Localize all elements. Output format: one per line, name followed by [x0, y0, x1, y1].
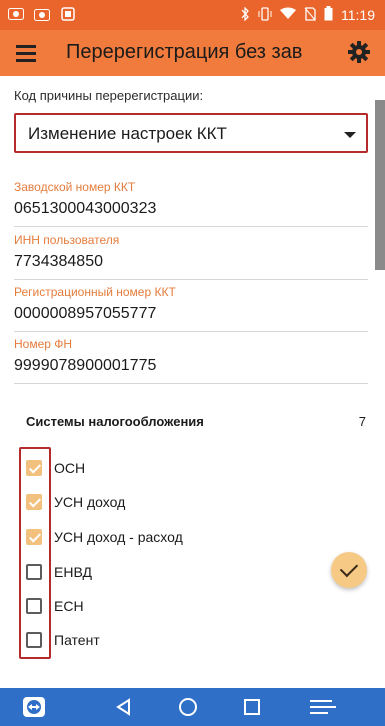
field-inn[interactable]: ИНН пользователя 7734384850	[14, 233, 368, 280]
field-underline	[14, 331, 368, 332]
chevron-down-icon	[344, 132, 356, 138]
check-icon	[339, 558, 359, 578]
tax-item-label: Патент	[54, 632, 100, 648]
battery-icon	[324, 6, 333, 24]
tax-item-label: ЕСН	[54, 598, 84, 614]
reason-select[interactable]: Изменение настроек ККТ	[14, 113, 368, 153]
field-registration-number[interactable]: Регистрационный номер ККТ 00000089570557…	[14, 285, 368, 332]
checkbox-unchecked[interactable]	[26, 598, 42, 614]
field-label: Номер ФН	[14, 337, 73, 351]
tax-item-label: УСН доход - расход	[54, 529, 183, 545]
confirm-fab-button[interactable]	[331, 552, 367, 588]
tax-item-label: ОСН	[54, 460, 86, 476]
page-title: Перерегистрация без зав	[66, 41, 303, 63]
status-time: 11:19	[341, 7, 375, 23]
reason-select-value: Изменение настроек ККТ	[28, 124, 227, 143]
checkbox-checked[interactable]	[26, 494, 42, 510]
vibrate-icon	[258, 6, 272, 24]
recents-icon[interactable]	[240, 695, 264, 719]
gear-icon[interactable]	[347, 40, 371, 64]
checkbox-unchecked[interactable]	[26, 632, 42, 648]
field-label: Заводской номер ККТ	[14, 180, 136, 194]
tax-item-usn-income[interactable]: УСН доход	[26, 492, 326, 516]
checkbox-unchecked[interactable]	[26, 564, 42, 580]
reason-label: Код причины перерегистрации:	[14, 88, 204, 103]
tax-systems-count: 7	[358, 414, 366, 429]
tax-item-esn[interactable]: ЕСН	[26, 596, 326, 620]
field-underline	[14, 383, 368, 384]
field-serial-number[interactable]: Заводской номер ККТ 0651300043000323	[14, 180, 368, 227]
field-value: 7734384850	[14, 253, 103, 270]
back-icon[interactable]	[112, 695, 136, 719]
eye-icon	[8, 6, 24, 22]
status-bar-left-icons	[8, 6, 76, 22]
form-content: Код причины перерегистрации: Изменение н…	[0, 76, 372, 688]
square-icon	[60, 6, 76, 22]
hamburger-menu-icon[interactable]	[14, 41, 38, 65]
navigation-bar	[0, 688, 385, 726]
status-bar-right-icons: 11:19	[240, 5, 375, 24]
field-underline	[14, 279, 368, 280]
tax-item-label: УСН доход	[54, 494, 126, 510]
tax-item-usn-income-expense[interactable]: УСН доход - расход	[26, 527, 326, 551]
checkbox-checked[interactable]	[26, 529, 42, 545]
field-value: 9999078900001775	[14, 357, 157, 374]
tax-item-osn[interactable]: ОСН	[26, 458, 326, 482]
no-sim-icon	[304, 6, 316, 24]
field-label: Регистрационный номер ККТ	[14, 285, 176, 299]
field-fn-number[interactable]: Номер ФН 9999078900001775	[14, 337, 368, 384]
teamviewer-icon[interactable]	[22, 695, 46, 719]
tax-item-patent[interactable]: Патент	[26, 630, 326, 654]
field-label: ИНН пользователя	[14, 233, 120, 247]
field-value: 0651300043000323	[14, 200, 157, 217]
tax-systems-title: Системы налогообложения	[26, 414, 204, 429]
field-underline	[14, 226, 368, 227]
tax-item-label: ЕНВД	[54, 564, 92, 580]
tax-item-envd[interactable]: ЕНВД	[26, 562, 326, 586]
menu-lines-icon[interactable]	[306, 695, 340, 719]
bluetooth-icon	[240, 5, 250, 24]
checkbox-checked[interactable]	[26, 460, 42, 476]
status-bar: 11:19	[0, 0, 385, 30]
scrollbar[interactable]	[375, 100, 385, 270]
wifi-icon	[280, 7, 296, 23]
app-bar: Перерегистрация без зав	[0, 30, 385, 76]
camera-icon	[34, 6, 50, 22]
tax-systems-header: Системы налогообложения 7	[26, 414, 366, 429]
field-value: 0000008957055777	[14, 305, 157, 322]
home-icon[interactable]	[176, 695, 200, 719]
